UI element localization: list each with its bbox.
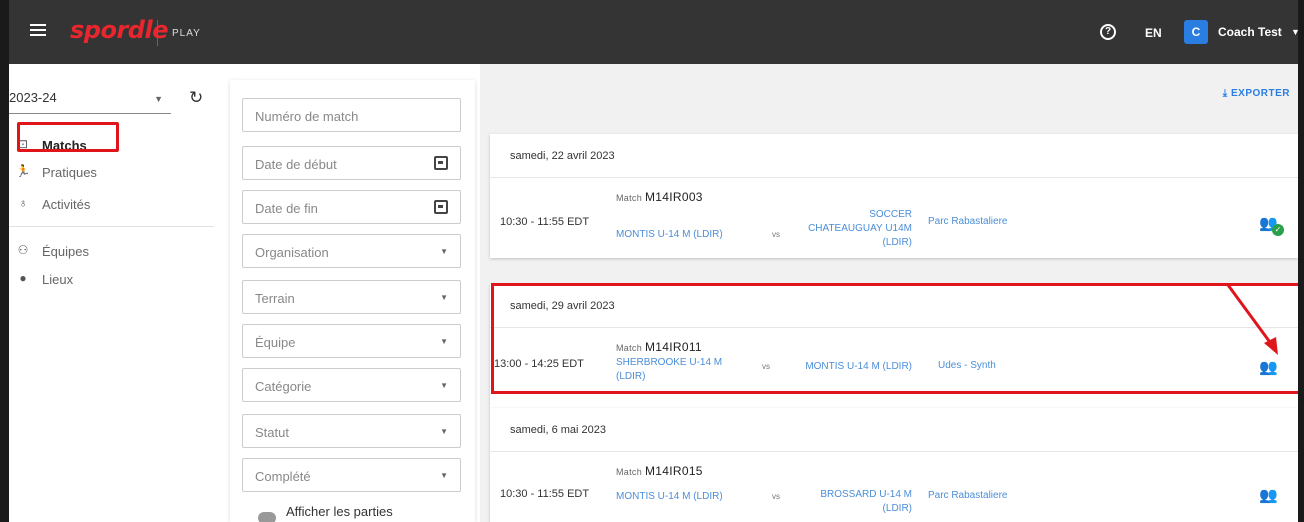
game-date: samedi, 22 avril 2023 <box>490 134 1298 178</box>
terrain-placeholder: Terrain <box>255 291 295 306</box>
categorie-select[interactable]: Catégorie ▼ <box>242 368 461 402</box>
sidebar-item-equipes[interactable]: ⚇ Équipes <box>9 240 209 264</box>
match-number-placeholder: Numéro de match <box>255 109 359 124</box>
logo-divider <box>157 20 158 46</box>
match-label-row: Match M14IR003 <box>616 190 703 204</box>
game-time: 10:30 - 11:55 EDT <box>500 488 590 500</box>
end-date-placeholder: Date de fin <box>255 201 318 216</box>
avatar[interactable]: C <box>1184 20 1208 44</box>
running-icon: 🏃 <box>15 164 31 178</box>
match-label: Match <box>616 193 643 203</box>
show-games-toggle[interactable] <box>258 512 276 522</box>
complete-select[interactable]: Complété ▼ <box>242 458 461 492</box>
organisation-placeholder: Organisation <box>255 245 329 260</box>
match-label: Match <box>616 467 643 477</box>
game-card[interactable]: samedi, 22 avril 2023 Match M14IR003 10:3… <box>490 134 1298 258</box>
nav-divider <box>9 226 214 227</box>
window-frame-right <box>1298 0 1304 522</box>
start-date-field[interactable]: Date de début <box>242 146 461 180</box>
location-pin-icon: ● <box>19 271 27 285</box>
match-label-row: Match M14IR015 <box>616 464 703 478</box>
caret-down-icon: ▼ <box>440 337 448 346</box>
filters-panel: Numéro de match Date de début Date de fi… <box>230 80 475 522</box>
game-time: 10:30 - 11:55 EDT <box>500 216 590 228</box>
vs-label: vs <box>772 492 780 501</box>
vs-label: vs <box>772 230 780 239</box>
help-icon[interactable]: ? <box>1100 24 1116 40</box>
game-card[interactable]: samedi, 6 mai 2023 Match M14IR015 10:30 -… <box>490 408 1298 522</box>
window-frame-left <box>0 0 9 522</box>
sidebar-item-label: Activités <box>42 197 91 212</box>
statut-select[interactable]: Statut ▼ <box>242 414 461 448</box>
team-icon[interactable]: 👥 <box>1259 486 1278 504</box>
menu-icon[interactable] <box>30 24 46 36</box>
sidebar: 2023-24 ▼ ↻ ⊡ Matchs 🏃 Pratiques ♁ Activ… <box>9 64 214 522</box>
end-date-field[interactable]: Date de fin <box>242 190 461 224</box>
activity-icon: ♁ <box>18 196 28 210</box>
caret-down-icon: ▼ <box>154 94 163 104</box>
export-label: EXPORTER <box>1230 88 1290 99</box>
language-switch[interactable]: EN <box>1145 26 1162 40</box>
season-value: 2023-24 <box>9 90 57 105</box>
sidebar-item-label: Pratiques <box>42 165 97 180</box>
match-code: M14IR015 <box>645 464 703 478</box>
sidebar-item-pratiques[interactable]: 🏃 Pratiques <box>9 161 209 185</box>
statut-placeholder: Statut <box>255 425 289 440</box>
brand-logo[interactable]: spordle <box>70 16 168 44</box>
caret-down-icon: ▼ <box>440 247 448 256</box>
annotation-arrow <box>1226 284 1278 355</box>
terrain-select[interactable]: Terrain ▼ <box>242 280 461 314</box>
sidebar-item-label: Équipes <box>42 244 89 259</box>
check-icon: ✓ <box>1272 224 1284 236</box>
export-button[interactable]: ⤓ EXPORTER <box>1223 88 1290 99</box>
teams-icon: ⚇ <box>17 243 29 257</box>
sidebar-item-activites[interactable]: ♁ Activités <box>9 193 209 217</box>
top-navbar: spordle PLAY ? EN C Coach Test ▼ <box>0 0 1304 64</box>
sidebar-item-label: Lieux <box>42 272 74 287</box>
caret-down-icon: ▼ <box>440 471 448 480</box>
caret-down-icon: ▼ <box>440 427 448 436</box>
venue-link[interactable]: Parc Rabastaliere <box>928 490 1007 501</box>
caret-down-icon: ▼ <box>440 293 448 302</box>
home-team-link[interactable]: MONTIS U-14 M (LDIR) <box>616 228 766 242</box>
home-team-link[interactable]: MONTIS U-14 M (LDIR) <box>616 490 766 504</box>
complete-placeholder: Complété <box>255 469 311 484</box>
season-select[interactable]: 2023-24 ▼ <box>9 90 171 114</box>
start-date-placeholder: Date de début <box>255 157 337 172</box>
venue-link[interactable]: Parc Rabastaliere <box>928 216 1007 227</box>
organisation-select[interactable]: Organisation ▼ <box>242 234 461 268</box>
categorie-placeholder: Catégorie <box>255 379 312 394</box>
calendar-icon[interactable] <box>434 156 448 170</box>
show-games-label: Afficher les parties <box>286 504 393 519</box>
match-code: M14IR003 <box>645 190 703 204</box>
product-name: PLAY <box>172 28 201 39</box>
refresh-icon[interactable]: ↻ <box>189 88 203 108</box>
game-date: samedi, 6 mai 2023 <box>490 408 1298 452</box>
sidebar-item-lieux[interactable]: ● Lieux <box>9 268 209 292</box>
match-number-input[interactable]: Numéro de match <box>242 98 461 132</box>
highlight-box-game <box>491 283 1303 394</box>
away-team-link[interactable]: BROSSARD U-14 M (LDIR) <box>796 488 912 516</box>
highlight-box-matchs <box>17 122 119 152</box>
equipe-placeholder: Équipe <box>255 335 296 350</box>
caret-down-icon: ▼ <box>440 381 448 390</box>
equipe-select[interactable]: Équipe ▼ <box>242 324 461 358</box>
away-team-link[interactable]: SOCCER CHATEAUGUAY U14M (LDIR) <box>796 208 912 250</box>
calendar-icon[interactable] <box>434 200 448 214</box>
user-menu[interactable]: Coach Test <box>1218 25 1282 39</box>
